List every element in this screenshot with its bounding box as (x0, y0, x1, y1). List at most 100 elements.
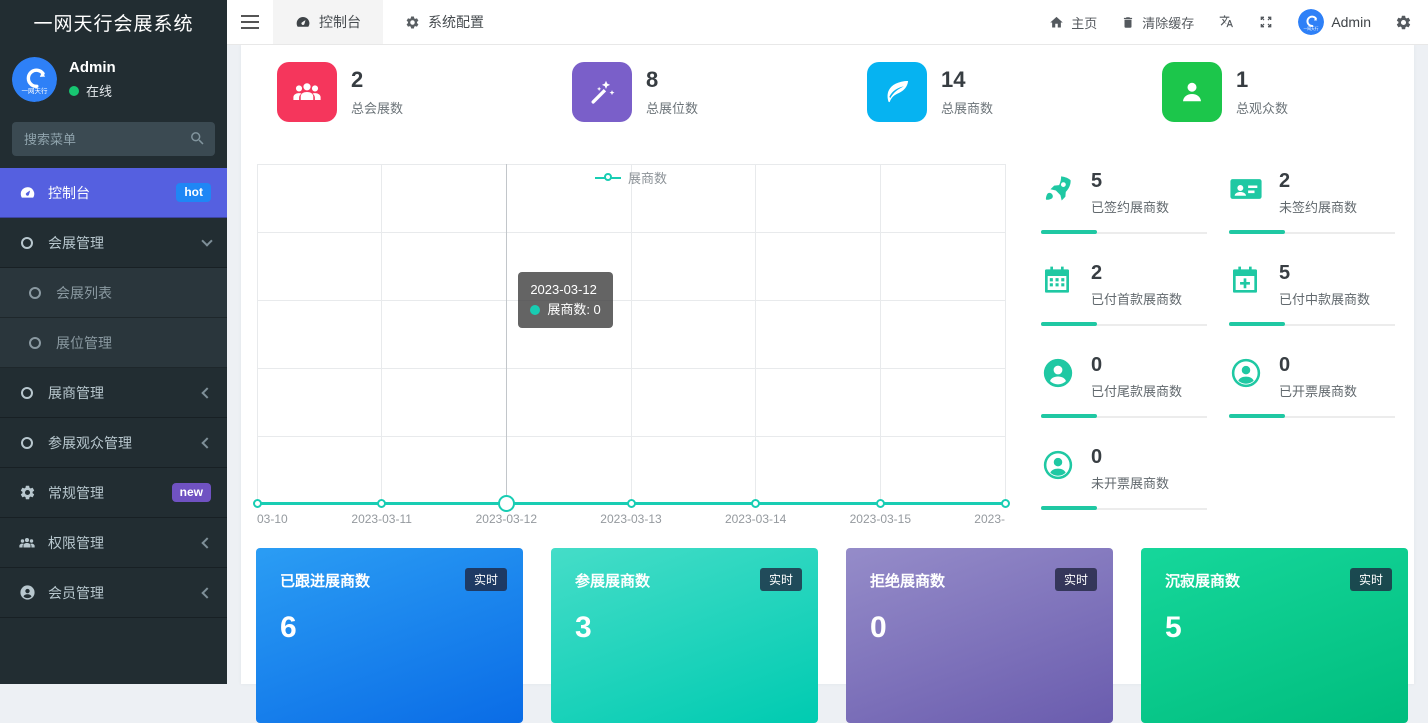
chart-point[interactable] (253, 499, 262, 508)
stat-underline (1041, 230, 1207, 234)
stat-underline (1041, 322, 1207, 326)
sidebar-item-member-mgmt[interactable]: 会员管理 (0, 568, 227, 618)
circle-icon (18, 434, 36, 452)
sidebar: 一网天行会展系统 一网天行 Admin 在线 (0, 0, 227, 684)
sidebar-item-label: 会展列表 (56, 283, 112, 303)
sidebar-item-exhibition-mgmt[interactable]: 会展管理 (0, 218, 227, 268)
circle-icon (26, 334, 44, 352)
tab-label: 系统配置 (428, 12, 484, 32)
sidebar-item-exhibition-list[interactable]: 会展列表 (0, 268, 227, 318)
stat-unsigned-exhibitors: 2 未签约展商数 (1229, 168, 1417, 260)
gridline (631, 164, 632, 504)
user-status-label: 在线 (86, 81, 112, 100)
new-badge: new (172, 483, 211, 503)
calendar-icon (1041, 264, 1077, 296)
tooltip-date: 2023-03-12 (530, 280, 600, 300)
stat-value: 1 (1236, 67, 1288, 93)
x-axis-label: 2023-03-16 (974, 512, 1005, 526)
tooltip-value: 展商数: 0 (547, 300, 600, 320)
app-title: 一网天行会展系统 (0, 0, 227, 45)
user-panel: 一网天行 Admin 在线 (0, 45, 227, 116)
home-link[interactable]: 主页 (1049, 13, 1097, 32)
stat-not-invoiced: 0 未开票展商数 (1041, 444, 1229, 536)
circle-icon (18, 234, 36, 252)
chart-plot[interactable]: 展商数 2023-03-12 展商数: 0 (257, 164, 1005, 504)
sidebar-item-dashboard[interactable]: 控制台 hot (0, 168, 227, 218)
sidebar-item-visitor-mgmt[interactable]: 参展观众管理 (0, 418, 227, 468)
hot-badge: hot (176, 183, 211, 203)
card-dormant-exhibitors[interactable]: 沉寂展商数 实时 5 (1141, 548, 1408, 723)
stat-value: 0 (1279, 354, 1357, 377)
stat-label: 未开票展商数 (1091, 473, 1169, 492)
chart-point[interactable] (498, 495, 515, 512)
stat-label: 总观众数 (1236, 98, 1288, 117)
chart-point[interactable] (1001, 499, 1010, 508)
gridline (257, 436, 1005, 437)
stat-underline (1229, 230, 1395, 234)
tab-system-config[interactable]: 系统配置 (383, 0, 506, 44)
stat-total-booths: 8 总展位数 (572, 62, 867, 122)
stat-mid-payment: 5 已付中款展商数 (1229, 260, 1417, 352)
search-input[interactable] (12, 122, 215, 156)
stat-underline (1041, 506, 1207, 510)
stat-invoiced: 0 已开票展商数 (1229, 352, 1417, 444)
users-icon (18, 534, 36, 552)
chevron-left-icon (201, 387, 212, 398)
sidebar-item-label: 展商管理 (48, 383, 104, 403)
sidebar-item-label: 权限管理 (48, 533, 104, 553)
stat-underline (1229, 414, 1395, 418)
chart-legend[interactable]: 展商数 (595, 168, 667, 187)
series-dot-icon (530, 305, 540, 315)
card-value: 5 (1165, 611, 1384, 645)
top-stats-row: 2 总会展数 8 总展位数 14 总展商数 (277, 62, 1428, 122)
topbar-user-name: Admin (1331, 14, 1371, 30)
realtime-badge: 实时 (1350, 568, 1392, 591)
chart-tooltip: 2023-03-12 展商数: 0 (518, 272, 612, 328)
sidebar-item-label: 参展观众管理 (48, 433, 132, 453)
stat-label: 已付尾款展商数 (1091, 381, 1182, 400)
stat-label: 未签约展商数 (1279, 197, 1357, 216)
legend-label: 展商数 (628, 168, 667, 187)
gridline (880, 164, 881, 504)
realtime-badge: 实时 (760, 568, 802, 591)
x-axis-label: 2023-03-11 (351, 512, 412, 526)
tab-dashboard[interactable]: 控制台 (273, 0, 383, 44)
sidebar-item-exhibitor-mgmt[interactable]: 展商管理 (0, 368, 227, 418)
chart-point[interactable] (627, 499, 636, 508)
card-rejected-exhibitors[interactable]: 拒绝展商数 实时 0 (846, 548, 1113, 723)
stat-label: 已开票展商数 (1279, 381, 1357, 400)
stat-underline (1229, 322, 1395, 326)
gauge-icon (295, 14, 311, 30)
gear-icon (405, 15, 420, 30)
cogs-icon (18, 484, 36, 502)
gridline (257, 300, 1005, 301)
sidebar-item-permission-mgmt[interactable]: 权限管理 (0, 518, 227, 568)
stat-label: 总展位数 (646, 98, 698, 117)
stat-value: 2 (351, 67, 403, 93)
sidebar-item-booth-mgmt[interactable]: 展位管理 (0, 318, 227, 368)
home-icon (1049, 15, 1064, 30)
menu-search (12, 122, 215, 156)
topbar: 控制台 系统配置 主页 清除缓存 一网天行 (227, 0, 1428, 45)
card-participating-exhibitors[interactable]: 参展展商数 实时 3 (551, 548, 818, 723)
fullscreen-button[interactable] (1258, 14, 1274, 30)
svg-text:一网天行: 一网天行 (1304, 26, 1319, 31)
stat-value: 5 (1279, 262, 1370, 285)
chart-point[interactable] (876, 499, 885, 508)
sidebar-toggle-button[interactable] (227, 0, 273, 44)
user-menu[interactable]: 一网天行 Admin (1298, 9, 1371, 35)
chart-point[interactable] (751, 499, 760, 508)
sidebar-item-general-mgmt[interactable]: 常规管理 new (0, 468, 227, 518)
chart-point[interactable] (377, 499, 386, 508)
right-stats-panel: 5 已签约展商数 2 未签约展商数 2 (1041, 168, 1417, 536)
settings-button[interactable] (1395, 14, 1412, 31)
cogs-icon (1395, 14, 1412, 31)
card-value: 6 (280, 611, 499, 645)
realtime-badge: 实时 (1055, 568, 1097, 591)
avatar: 一网天行 (12, 57, 57, 102)
card-followed-exhibitors[interactable]: 已跟进展商数 实时 6 (256, 548, 523, 723)
stat-label: 总展商数 (941, 98, 993, 117)
search-icon[interactable] (189, 130, 206, 147)
clear-cache-button[interactable]: 清除缓存 (1121, 13, 1194, 32)
language-switch-button[interactable] (1218, 14, 1234, 30)
